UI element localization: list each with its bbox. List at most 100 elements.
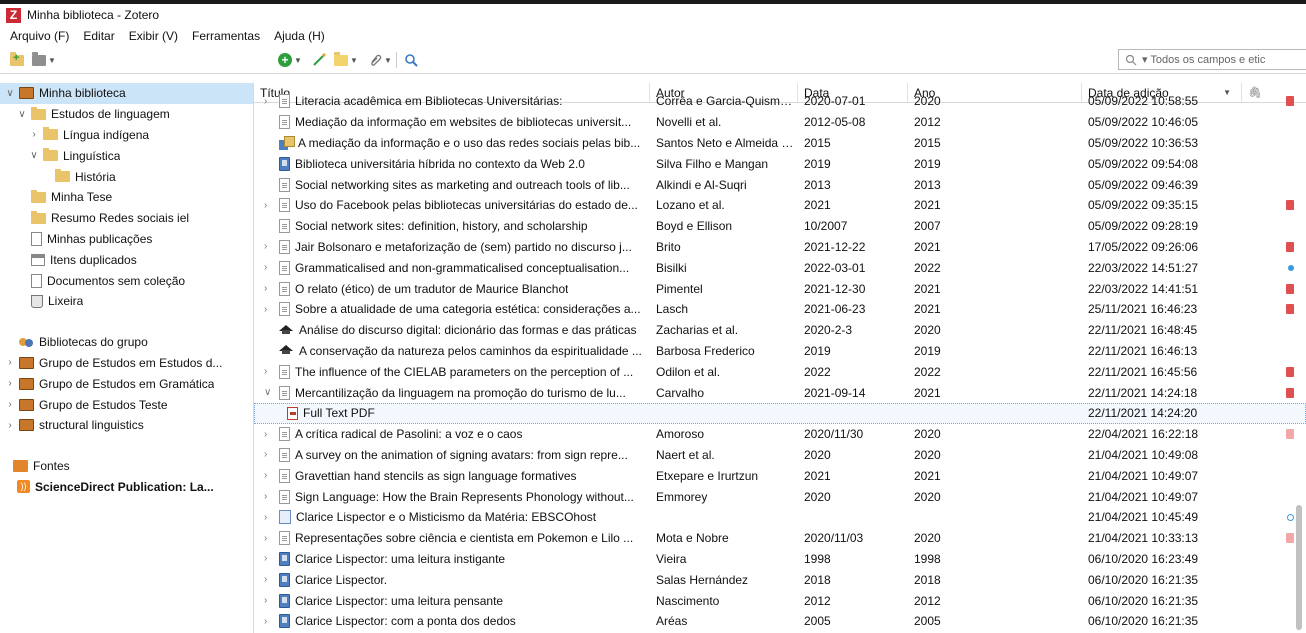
table-row[interactable]: Full Text PDF 22/11/2021 14:24:20 xyxy=(254,402,1306,424)
sidebar-group-item[interactable]: › Grupo de Estudos em Gramática xyxy=(0,373,253,394)
item-title: A survey on the animation of signing ava… xyxy=(295,447,628,462)
document-icon xyxy=(279,239,290,254)
trash-icon xyxy=(31,294,43,308)
chevron-right-icon[interactable]: › xyxy=(264,96,276,107)
chevron-right-icon[interactable]: › xyxy=(264,200,276,211)
new-library-button[interactable]: ▼ xyxy=(32,50,56,70)
document-icon xyxy=(279,177,290,192)
chevron-right-icon[interactable]: › xyxy=(264,449,276,460)
advanced-search-button[interactable] xyxy=(404,50,418,70)
table-row[interactable]: › Clarice Lispector e o Misticismo da Mat… xyxy=(254,507,1306,528)
chevron-down-icon[interactable]: ∨ xyxy=(264,387,276,398)
table-row[interactable]: Análise do discurso digital: dicionário … xyxy=(254,320,1306,341)
chevron-right-icon[interactable]: › xyxy=(264,491,276,502)
chevron-right-icon[interactable]: › xyxy=(264,533,276,544)
menu-arquivo[interactable]: Arquivo (F) xyxy=(8,29,71,43)
table-row[interactable]: › Sign Language: How the Brain Represents… xyxy=(254,486,1306,507)
table-row[interactable]: › A survey on the animation of signing av… xyxy=(254,445,1306,466)
item-date: 2021 xyxy=(804,468,831,483)
table-row[interactable]: › Clarice Lispector. Salas Hernández 2018 20… xyxy=(254,569,1306,590)
sidebar-item-label: Resumo Redes sociais iel xyxy=(51,211,190,226)
table-row[interactable]: › Grammaticalised and non-grammaticalised… xyxy=(254,257,1306,278)
table-row[interactable]: › A crítica radical de Pasolini: a voz e … xyxy=(254,424,1306,445)
chevron-right-icon[interactable]: › xyxy=(4,399,16,410)
chevron-right-icon[interactable]: › xyxy=(264,512,276,523)
chevron-down-icon[interactable]: ∨ xyxy=(4,88,16,99)
vertical-scrollbar[interactable] xyxy=(1292,103,1306,633)
table-row[interactable]: Social networking sites as marketing and… xyxy=(254,174,1306,195)
chevron-right-icon[interactable]: › xyxy=(264,616,276,627)
chevron-right-icon[interactable]: › xyxy=(4,357,16,368)
chevron-right-icon[interactable]: › xyxy=(264,304,276,315)
sidebar-item[interactable]: Minhas publicações xyxy=(0,229,253,250)
search-input[interactable]: ▾ Todos os campos e etic xyxy=(1118,49,1306,70)
sidebar-group-item[interactable]: › structural linguistics xyxy=(0,415,253,436)
table-row[interactable]: › The influence of the CIELAB parameters … xyxy=(254,361,1306,382)
add-by-identifier-button[interactable] xyxy=(312,50,326,70)
title-cell: › Clarice Lispector. xyxy=(254,572,650,587)
item-title: Análise do discurso digital: dicionário … xyxy=(299,323,637,338)
table-row[interactable]: › Uso do Facebook pelas bibliotecas unive… xyxy=(254,195,1306,216)
new-item-button[interactable]: + ▼ xyxy=(278,50,302,70)
chevron-down-icon[interactable]: ∨ xyxy=(28,150,40,161)
menu-ajuda[interactable]: Ajuda (H) xyxy=(272,29,327,43)
chevron-right-icon[interactable]: › xyxy=(264,241,276,252)
sidebar-item[interactable]: Itens duplicados xyxy=(0,249,253,270)
table-row[interactable]: A conservação da natureza pelos caminhos… xyxy=(254,341,1306,362)
menu-ferramentas[interactable]: Ferramentas xyxy=(190,29,262,43)
new-collection-button[interactable] xyxy=(10,50,24,70)
table-row[interactable]: › Jair Bolsonaro e metaforização de (sem)… xyxy=(254,237,1306,258)
search-icon xyxy=(405,54,418,67)
table-row[interactable]: › Clarice Lispector: uma leitura pensante… xyxy=(254,590,1306,611)
chevron-right-icon[interactable]: › xyxy=(264,283,276,294)
table-row[interactable]: Social network sites: definition, histor… xyxy=(254,216,1306,237)
chevron-right-icon[interactable]: › xyxy=(264,574,276,585)
table-row[interactable]: › Gravettian hand stencils as sign langua… xyxy=(254,465,1306,486)
table-row[interactable]: › Representações sobre ciência e cientist… xyxy=(254,528,1306,549)
sidebar-item[interactable]: ∨ Minha biblioteca xyxy=(0,83,253,104)
menu-exibir[interactable]: Exibir (V) xyxy=(127,29,180,43)
sidebar-item[interactable]: Minha Tese xyxy=(0,187,253,208)
new-note-button[interactable]: ▼ xyxy=(334,50,358,70)
sidebar-item[interactable]: ∨ Linguística xyxy=(0,145,253,166)
sidebar-item[interactable]: ∨ Estudos de linguagem xyxy=(0,104,253,125)
chevron-right-icon[interactable]: › xyxy=(264,553,276,564)
table-row[interactable]: › O relato (ético) de um tradutor de Maur… xyxy=(254,278,1306,299)
table-row[interactable]: › Literacia acadêmica em Bibliotecas Univ… xyxy=(254,91,1306,112)
sidebar-item[interactable]: Resumo Redes sociais iel xyxy=(0,208,253,229)
feeds-header[interactable]: Fontes xyxy=(0,456,253,477)
table-row[interactable]: Mediação da informação em websites de bi… xyxy=(254,112,1306,133)
title-cell: › Jair Bolsonaro e metaforização de (sem)… xyxy=(254,239,650,254)
document-icon xyxy=(279,219,290,234)
chevron-right-icon[interactable]: › xyxy=(264,262,276,273)
table-row[interactable]: › Sobre a atualidade de uma categoria est… xyxy=(254,299,1306,320)
sidebar-item[interactable]: História xyxy=(0,166,253,187)
chevron-right-icon[interactable]: › xyxy=(264,470,276,481)
chevron-right-icon[interactable]: › xyxy=(264,366,276,377)
sidebar-item[interactable]: › Língua indígena xyxy=(0,125,253,146)
add-attachment-button[interactable]: ▼ xyxy=(368,50,392,70)
chevron-right-icon[interactable]: › xyxy=(4,378,16,389)
sidebar-group-item[interactable]: › Grupo de Estudos Teste xyxy=(0,394,253,415)
title-cell: › Gravettian hand stencils as sign langua… xyxy=(254,468,650,483)
scrollbar-thumb[interactable] xyxy=(1296,505,1302,630)
sidebar-item[interactable]: Documentos sem coleção xyxy=(0,270,253,291)
chevron-right-icon[interactable]: › xyxy=(264,595,276,606)
item-title: The influence of the CIELAB parameters o… xyxy=(295,364,634,379)
menu-editar[interactable]: Editar xyxy=(81,29,116,43)
chevron-right-icon[interactable]: › xyxy=(4,420,16,431)
group-libraries-header[interactable]: Bibliotecas do grupo xyxy=(0,332,253,353)
table-row[interactable]: ∨ Mercantilização da linguagem na promoçã… xyxy=(254,382,1306,403)
chevron-right-icon[interactable]: › xyxy=(28,129,40,140)
table-row[interactable]: A mediação da informação e o uso das red… xyxy=(254,133,1306,154)
sidebar-feed-item[interactable]: )) ScienceDirect Publication: La... xyxy=(0,477,253,498)
item-date: 2020-07-01 xyxy=(804,94,866,109)
table-row[interactable]: › Clarice Lispector: com a ponta dos dedo… xyxy=(254,611,1306,632)
chevron-down-icon[interactable]: ∨ xyxy=(16,109,28,120)
sidebar-group-item[interactable]: › Grupo de Estudos em Estudos d... xyxy=(0,353,253,374)
sidebar-item[interactable]: Lixeira xyxy=(0,291,253,312)
table-row[interactable]: › Clarice Lispector: uma leitura instigan… xyxy=(254,549,1306,570)
chevron-right-icon[interactable]: › xyxy=(264,429,276,440)
item-date-added: 22/11/2021 14:24:20 xyxy=(1088,406,1198,421)
table-row[interactable]: Biblioteca universitária híbrida no cont… xyxy=(254,153,1306,174)
